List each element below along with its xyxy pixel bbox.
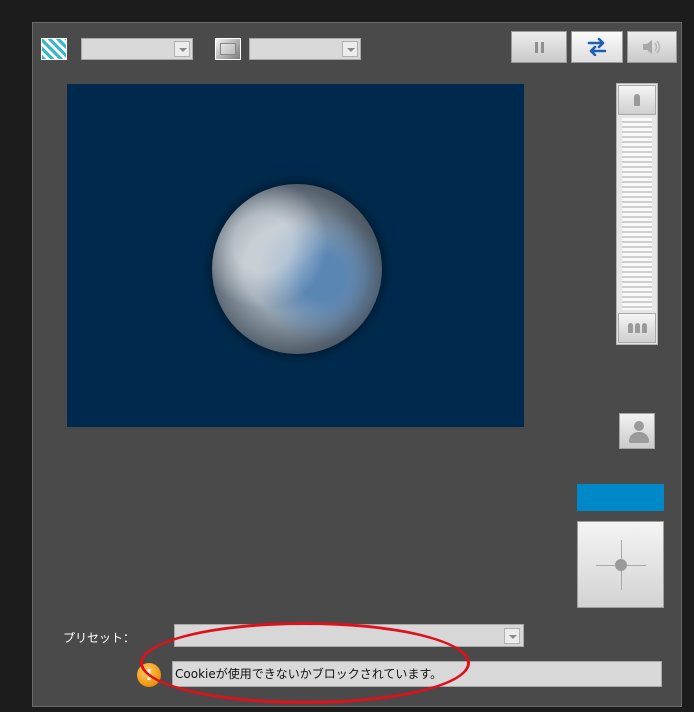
app-frame: プリセット： ! Cookieが使用できないかブロックされています。: [0, 0, 694, 712]
zoom-in-button[interactable]: [618, 85, 656, 115]
chevron-down-icon[interactable]: [504, 628, 520, 644]
tone-select[interactable]: [249, 38, 361, 60]
single-tree-icon: [634, 94, 640, 106]
earth-image: [212, 184, 382, 354]
chevron-down-icon[interactable]: [342, 41, 358, 57]
pan-crosshair-icon: [615, 559, 627, 571]
camera-viewer-panel: プリセット： ! Cookieが使用できないかブロックされています。: [32, 22, 682, 707]
sound-button[interactable]: [627, 31, 677, 63]
zoom-slider[interactable]: [616, 83, 658, 345]
filter-select[interactable]: [81, 38, 193, 60]
swap-arrows-icon: [587, 38, 607, 56]
warning-icon: !: [137, 663, 161, 687]
pause-icon: [534, 41, 544, 53]
gray-square-icon[interactable]: [215, 38, 241, 60]
preset-label: プリセット：: [63, 631, 136, 645]
swap-button[interactable]: [571, 31, 623, 63]
chevron-down-icon[interactable]: [174, 41, 190, 57]
pan-tilt-pad[interactable]: [577, 521, 664, 608]
trees-icon: [627, 323, 647, 333]
pause-button[interactable]: [511, 31, 567, 63]
speaker-icon: [643, 40, 661, 54]
zoom-track[interactable]: [622, 118, 652, 310]
checker-pattern-icon[interactable]: [41, 38, 67, 60]
accent-bar: [577, 484, 664, 511]
zoom-out-button[interactable]: [618, 313, 656, 343]
backlight-button[interactable]: [619, 413, 655, 449]
preset-select[interactable]: [174, 624, 524, 647]
person-icon: [634, 421, 644, 431]
camera-video-view[interactable]: [67, 84, 524, 427]
status-message: Cookieが使用できないかブロックされています。: [172, 661, 662, 687]
